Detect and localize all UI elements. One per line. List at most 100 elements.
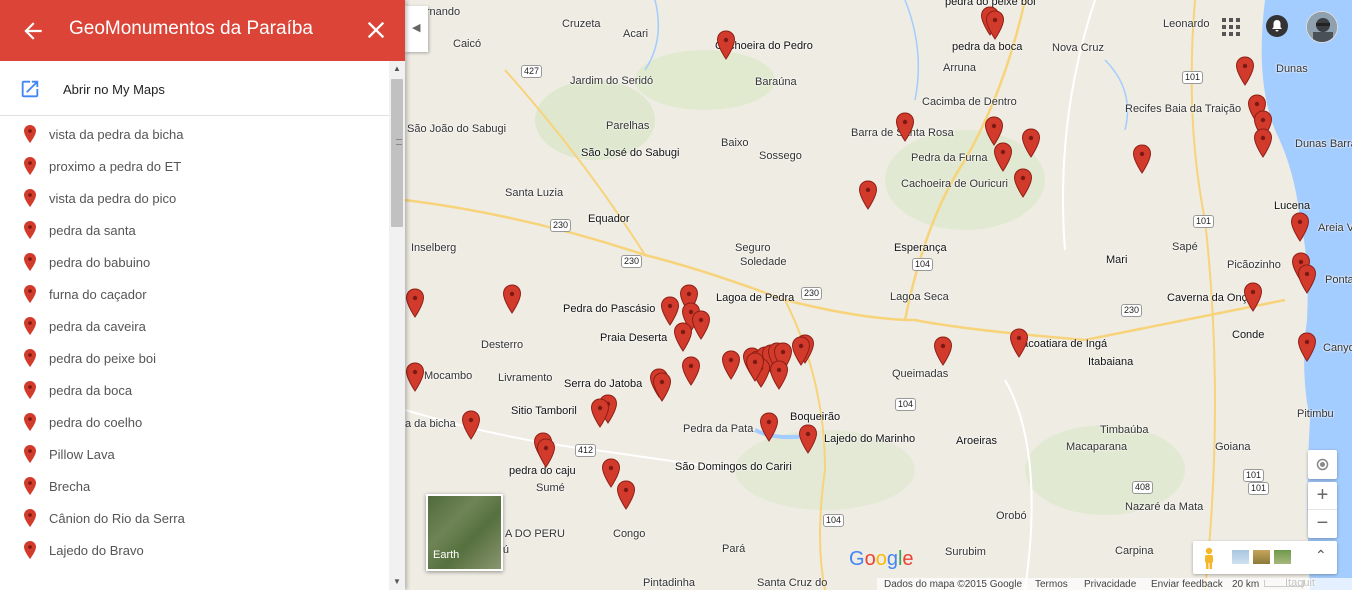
map-marker-icon[interactable]	[691, 310, 711, 340]
map-marker-icon[interactable]	[1243, 282, 1263, 312]
map-marker-icon[interactable]	[536, 438, 556, 468]
map-marker-icon[interactable]	[1253, 128, 1273, 158]
map-marker-icon[interactable]	[791, 336, 811, 366]
list-item[interactable]: Brecha	[0, 469, 388, 501]
marker-icon	[24, 221, 36, 239]
map-marker-icon[interactable]	[405, 362, 425, 392]
earth-label: Earth	[433, 549, 460, 561]
list-item[interactable]: pedra da caveira	[0, 309, 388, 341]
list-item[interactable]: Lajedo do Bravo	[0, 533, 388, 565]
map-marker-icon[interactable]	[461, 410, 481, 440]
map-marker-icon[interactable]	[895, 112, 915, 142]
marker-icon	[24, 413, 36, 431]
scrollbar-thumb[interactable]	[391, 79, 403, 227]
map-canvas[interactable]: Fernando Cruzeta Acari Caicó Cachoeira do Pe…	[405, 0, 1352, 590]
scroll-up-arrow-icon[interactable]: ▲	[393, 64, 401, 73]
marker-icon	[24, 509, 36, 527]
map-marker-icon[interactable]	[716, 30, 736, 60]
zoom-in-button[interactable]: +	[1308, 482, 1337, 510]
back-arrow-icon[interactable]	[20, 18, 46, 44]
zoom-out-button[interactable]: −	[1308, 510, 1337, 538]
highway-shield: 104	[912, 258, 934, 271]
map-marker-icon[interactable]	[759, 412, 779, 442]
map-marker-icon[interactable]	[681, 356, 701, 386]
map-marker-icon[interactable]	[721, 350, 741, 380]
map-place-label: Dunas	[1276, 63, 1308, 75]
map-marker-icon[interactable]	[985, 10, 1005, 40]
user-avatar[interactable]	[1306, 11, 1338, 43]
list-item[interactable]: Pillow Lava	[0, 437, 388, 469]
marker-icon	[24, 477, 36, 495]
map-marker-icon[interactable]	[405, 288, 425, 318]
imagery-thumb-1[interactable]	[1232, 550, 1249, 564]
map-marker-icon[interactable]	[798, 424, 818, 454]
map-marker-icon[interactable]	[1009, 328, 1029, 358]
privacy-link[interactable]: Privacidade	[1084, 579, 1136, 590]
list-item-label: vista da pedra do pico	[49, 191, 177, 206]
list-item[interactable]: furna do caçador	[0, 277, 388, 309]
expand-imagery-icon[interactable]: ⌃	[1315, 547, 1327, 564]
earth-view-toggle[interactable]: Earth	[426, 494, 503, 571]
map-marker-icon[interactable]	[1013, 168, 1033, 198]
map-place-label: Santa Luzia	[505, 187, 564, 199]
map-marker-icon[interactable]	[858, 180, 878, 210]
map-marker-icon[interactable]	[673, 322, 693, 352]
map-footer: Dados do mapa ©2015 Google Termos Privac…	[877, 578, 1352, 590]
list-item[interactable]: vista da pedra do pico	[0, 181, 388, 213]
list-item[interactable]: pedra do coelho	[0, 405, 388, 437]
map-place-label: Canyo	[1323, 342, 1352, 354]
feedback-link[interactable]: Enviar feedback	[1151, 579, 1223, 590]
map-marker-icon[interactable]	[745, 352, 765, 382]
map-place-label: Itacoatiara de Ingá	[1016, 338, 1108, 350]
map-marker-icon[interactable]	[1290, 212, 1310, 242]
list-item-label: pedra do babuino	[49, 255, 151, 270]
map-place-label: Ponta	[1325, 274, 1352, 286]
street-view-pegman-icon[interactable]	[1202, 547, 1216, 569]
imagery-thumb-3[interactable]	[1274, 550, 1291, 564]
map-place-label: Congo	[613, 528, 646, 540]
map-place-label: São João do Sabugi	[407, 123, 507, 135]
close-icon[interactable]	[362, 16, 390, 44]
map-place-label: Boqueirão	[790, 411, 841, 423]
map-marker-icon[interactable]	[769, 360, 789, 390]
imagery-thumb-2[interactable]	[1253, 550, 1270, 564]
map-marker-icon[interactable]	[1021, 128, 1041, 158]
map-marker-icon[interactable]	[1297, 264, 1317, 294]
map-place-label: Itabaiana	[1088, 356, 1134, 368]
map-place-label: Seguro	[735, 242, 771, 254]
list-item[interactable]: Cânion do Rio da Serra	[0, 501, 388, 533]
panel-scrollbar[interactable]: ▲ ▼	[389, 61, 405, 590]
map-place-label: Arruna	[943, 62, 977, 74]
map-marker-icon[interactable]	[1235, 56, 1255, 86]
scroll-down-arrow-icon[interactable]: ▼	[393, 577, 401, 586]
marker-icon	[24, 253, 36, 271]
list-item[interactable]: pedra do peixe boi	[0, 341, 388, 373]
map-marker-icon[interactable]	[502, 284, 522, 314]
notifications-bell-icon[interactable]	[1266, 15, 1288, 37]
list-item[interactable]: pedra do babuino	[0, 245, 388, 277]
map-place-label: Sossego	[759, 150, 802, 162]
map-marker-icon[interactable]	[616, 480, 636, 510]
list-item[interactable]: pedra da boca	[0, 373, 388, 405]
map-marker-icon[interactable]	[652, 372, 672, 402]
map-marker-icon[interactable]	[590, 398, 610, 428]
map-marker-icon[interactable]	[933, 336, 953, 366]
apps-grid-icon[interactable]	[1222, 18, 1240, 36]
map-marker-icon[interactable]	[1297, 332, 1317, 362]
map-marker-icon[interactable]	[1132, 144, 1152, 174]
map-place-label: Queimadas	[892, 368, 949, 380]
google-logo: Google	[849, 548, 914, 570]
list-item[interactable]: proximo a pedra do ET	[0, 149, 388, 181]
collapse-panel-button[interactable]: ◀	[405, 6, 428, 52]
marker-icon	[24, 541, 36, 559]
list-item[interactable]: pedra da santa	[0, 213, 388, 245]
map-place-label: Carpina	[1115, 545, 1154, 557]
panel-header: GeoMonumentos da Paraíba	[0, 0, 405, 61]
map-place-label: Acari	[623, 28, 649, 40]
open-in-mymaps-link[interactable]: Abrir no My Maps	[0, 61, 405, 116]
map-place-label: Macaparana	[1066, 441, 1128, 453]
map-marker-icon[interactable]	[993, 142, 1013, 172]
terms-link[interactable]: Termos	[1035, 579, 1068, 590]
list-item[interactable]: vista da pedra da bicha	[0, 117, 388, 149]
my-location-button[interactable]	[1308, 450, 1337, 479]
